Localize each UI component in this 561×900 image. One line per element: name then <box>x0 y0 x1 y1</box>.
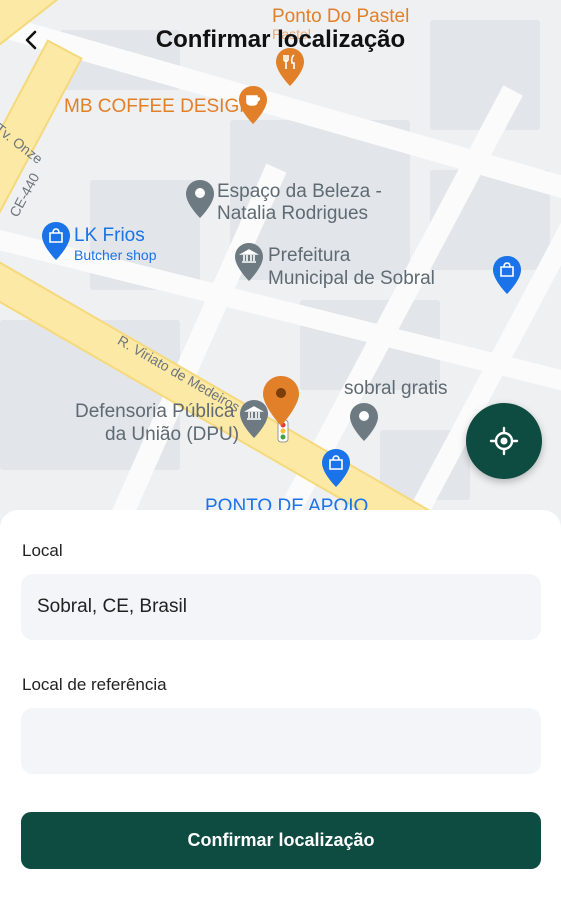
shop-pin-icon[interactable] <box>322 449 350 487</box>
reference-label: Local de referência <box>22 675 167 694</box>
poi-label-prefeitura-1: Prefeitura <box>268 245 351 266</box>
confirm-location-button[interactable]: Confirmar localização <box>21 812 541 869</box>
reference-input[interactable] <box>21 708 541 774</box>
page-title: Confirmar localização <box>155 26 406 53</box>
shop-pin-icon[interactable] <box>42 222 70 260</box>
poi-label-defensoria-2: da União (DPU) <box>105 424 240 445</box>
location-pin-icon[interactable] <box>350 403 378 441</box>
government-pin-icon[interactable] <box>235 243 263 281</box>
poi-label-lkfrios: LK Frios <box>74 225 145 246</box>
app-header: Confirmar localização <box>0 0 561 80</box>
my-location-button[interactable] <box>466 403 542 479</box>
poi-label-defensoria-1: Defensoria Pública <box>75 401 235 422</box>
poi-label-coffee: MB COFFEE DESIGN <box>64 96 253 117</box>
coffee-pin-icon[interactable] <box>239 86 267 124</box>
poi-label-lkfrios-sub: Butcher shop <box>74 247 157 263</box>
poi-label-beleza-2: Natalia Rodrigues <box>217 203 369 224</box>
crosshair-icon <box>489 426 519 456</box>
poi-label-prefeitura-2: Municipal de Sobral <box>268 268 435 289</box>
poi-label-sobral-gratis: sobral gratis <box>344 378 448 399</box>
local-label: Local <box>22 541 63 560</box>
poi-label-beleza-1: Espaço da Beleza - <box>217 181 382 202</box>
local-input[interactable] <box>21 574 541 640</box>
selected-location-marker-icon[interactable] <box>263 376 299 426</box>
beauty-pin-icon[interactable] <box>186 180 214 218</box>
shop-pin-icon[interactable] <box>493 256 521 294</box>
